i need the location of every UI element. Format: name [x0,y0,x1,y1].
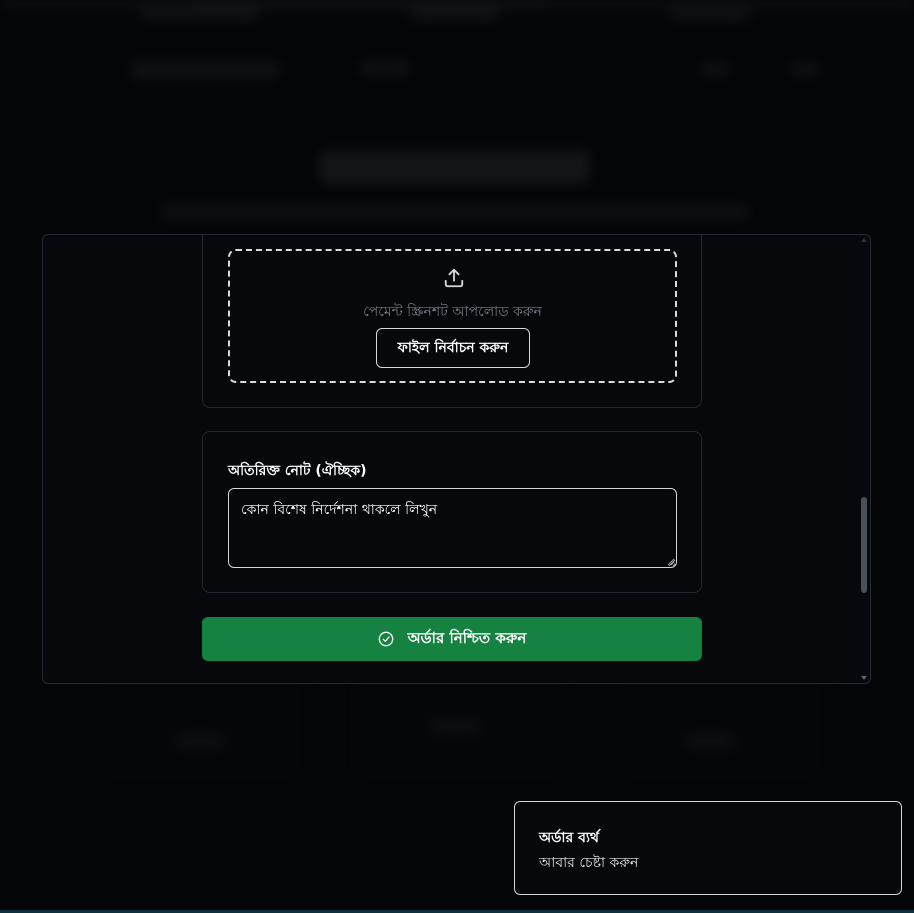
additional-note-card: অতিরিক্ত নোট (ঐচ্ছিক) [202,431,702,593]
error-toast[interactable]: অর্ডার ব্যর্থ আবার চেষ্টা করুন [514,801,902,895]
toast-title: অর্ডার ব্যর্থ [539,830,599,846]
page: পেমেন্ট স্ক্রিনশট আপলোড করুন ফাইল নির্বা… [0,0,914,913]
note-label: অতিরিক্ত নোট (ঐচ্ছিক) [228,463,367,479]
note-textarea[interactable] [228,488,677,568]
scroll-down-arrow-icon[interactable] [860,675,868,681]
upload-dropzone[interactable]: পেমেন্ট স্ক্রিনশট আপলোড করুন ফাইল নির্বা… [228,249,677,383]
payment-upload-card: পেমেন্ট স্ক্রিনশট আপলোড করুন ফাইল নির্বা… [202,235,702,408]
check-circle-icon [378,631,393,647]
dialog-scrollbar[interactable] [858,235,870,683]
dialog-scroll-area[interactable]: পেমেন্ট স্ক্রিনশট আপলোড করুন ফাইল নির্বা… [43,235,870,683]
order-dialog: পেমেন্ট স্ক্রিনশট আপলোড করুন ফাইল নির্বা… [42,234,871,684]
scroll-up-arrow-icon[interactable] [860,237,868,243]
confirm-order-button[interactable]: অর্ডার নিশ্চিত করুন [202,617,702,661]
upload-icon [444,268,464,288]
confirm-order-label: অর্ডার নিশ্চিত করুন [407,628,527,647]
upload-prompt: পেমেন্ট স্ক্রিনশট আপলোড করুন [363,304,542,320]
choose-file-button[interactable]: ফাইল নির্বাচন করুন [376,328,530,368]
toast-description: আবার চেষ্টা করুন [539,855,639,871]
scroll-thumb[interactable] [861,497,867,593]
